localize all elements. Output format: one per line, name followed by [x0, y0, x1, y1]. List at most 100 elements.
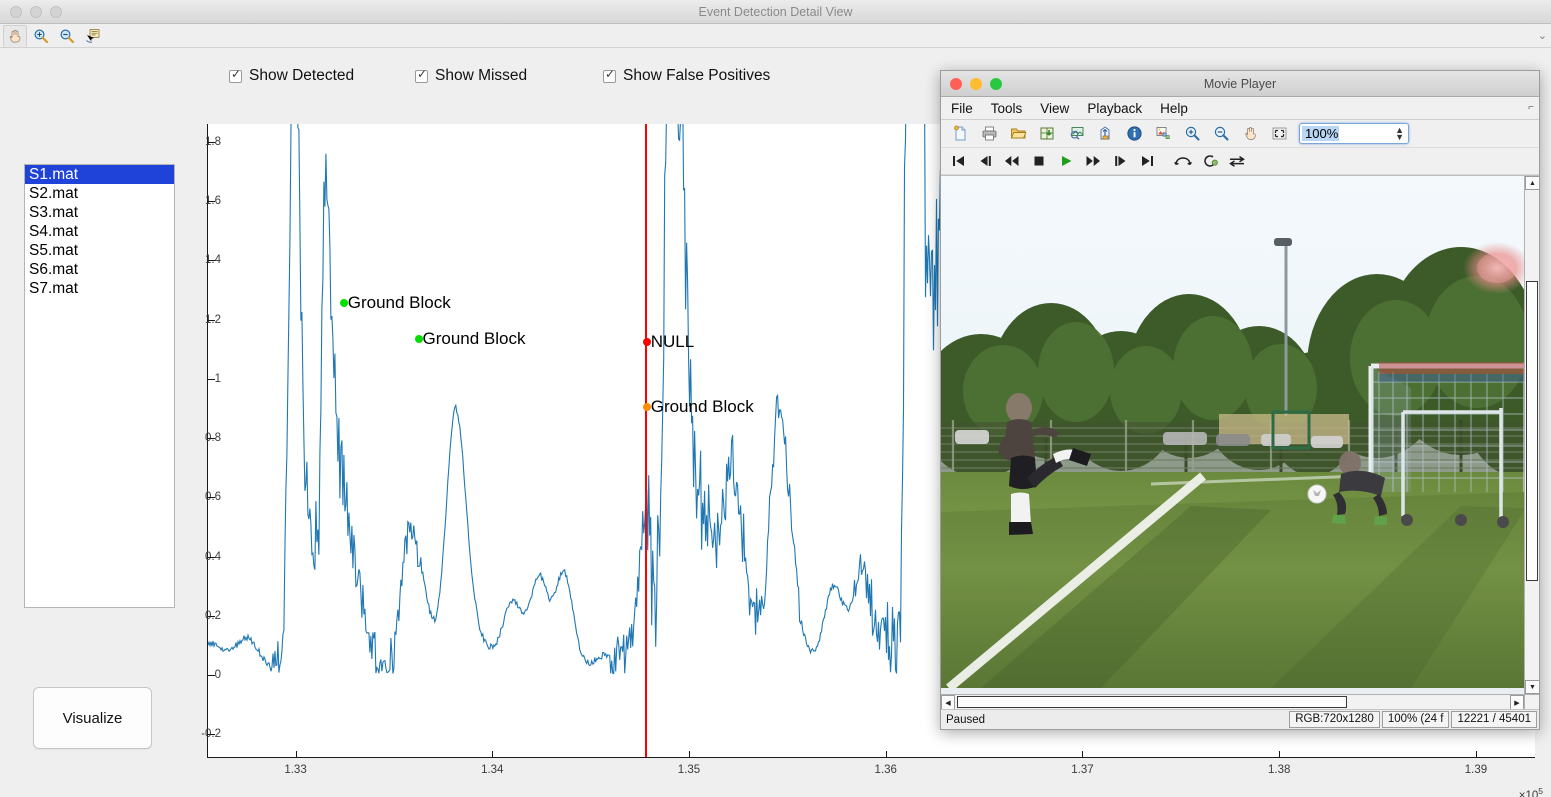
show-false-positives-checkbox[interactable]: Show False Positives — [603, 67, 770, 85]
y-tick-mark — [207, 497, 215, 499]
detected-event-2-label: Ground Block — [422, 328, 526, 348]
file-list-item[interactable]: S4.mat — [25, 222, 174, 241]
export-image-icon[interactable] — [1063, 122, 1089, 146]
y-tick-mark — [207, 556, 215, 558]
playback-rate-label: 100% (24 f — [1381, 711, 1450, 728]
pan-icon[interactable] — [3, 24, 27, 47]
movie-player-title: Movie Player — [1203, 77, 1277, 91]
video-frame[interactable] — [941, 176, 1524, 694]
vertical-scroll-thumb[interactable] — [1526, 281, 1538, 581]
video-format-label: RGB:720x1280 — [1289, 711, 1380, 728]
x-tick-mark — [689, 751, 690, 758]
movie-player-window[interactable]: Movie Player File Tools View Playback Help ⌐ — [940, 70, 1540, 730]
checkbox-box[interactable] — [415, 68, 428, 83]
scroll-up-arrow[interactable]: ▲ — [1525, 176, 1539, 190]
main-title-bar: Event Detection Detail View — [0, 0, 1551, 24]
go-to-end-button[interactable] — [1138, 151, 1156, 171]
scroll-left-arrow[interactable]: ◀ — [941, 695, 955, 709]
show-missed-checkbox[interactable]: Show Missed — [415, 67, 527, 85]
file-list-item[interactable]: S2.mat — [25, 184, 174, 203]
fit-to-window-icon[interactable] — [1266, 122, 1292, 146]
menubar-overflow-icon[interactable]: ⌐ — [1528, 102, 1534, 113]
detected-event-2-marker[interactable] — [414, 334, 423, 343]
video-vertical-scrollbar[interactable]: ▲ ▼ — [1524, 176, 1539, 694]
file-list-item[interactable]: S5.mat — [25, 241, 174, 260]
false-positive-event-marker[interactable] — [642, 337, 651, 346]
pan-icon[interactable] — [1237, 122, 1263, 146]
y-tick-mark — [207, 615, 215, 617]
jump-to-button[interactable] — [1174, 151, 1192, 171]
detected-event-1-label: Ground Block — [347, 293, 451, 313]
colormap-icon[interactable] — [1150, 122, 1176, 146]
x-tick-mark — [1279, 751, 1281, 758]
scroll-right-arrow[interactable]: ▶ — [1510, 695, 1524, 709]
send-to-figure-icon[interactable] — [1092, 122, 1118, 146]
y-tick-mark — [207, 675, 215, 677]
open-folder-icon[interactable] — [1005, 122, 1031, 146]
step-back-button[interactable] — [976, 151, 994, 171]
go-to-start-button[interactable] — [949, 151, 967, 171]
scroll-down-arrow[interactable]: ▼ — [1525, 680, 1539, 694]
horizontal-scroll-thumb[interactable] — [957, 696, 1347, 708]
y-tick-mark — [207, 319, 215, 321]
x-tick-mark — [492, 751, 494, 758]
zoom-in-icon[interactable] — [1179, 122, 1205, 146]
checkbox-box[interactable] — [603, 68, 616, 83]
menu-playback[interactable]: Playback — [1087, 101, 1142, 116]
file-list-item[interactable]: S1.mat — [25, 165, 174, 184]
file-list-item[interactable]: S3.mat — [25, 203, 174, 222]
menu-help[interactable]: Help — [1160, 101, 1188, 116]
y-tick-mark — [207, 260, 215, 262]
checkbox-box[interactable] — [229, 68, 242, 83]
info-icon[interactable] — [1121, 122, 1147, 146]
repeat-button[interactable] — [1201, 151, 1219, 171]
y-tick-mark — [207, 378, 215, 380]
x-tick-mark — [1082, 751, 1084, 758]
x-axis-exponent: ×105 — [1518, 786, 1543, 797]
zoom-in-icon[interactable] — [29, 25, 53, 47]
menu-file[interactable]: File — [951, 101, 973, 116]
visualize-button[interactable]: Visualize — [33, 687, 152, 749]
play-button[interactable] — [1057, 151, 1075, 171]
x-tick-label: 1.37 — [1071, 764, 1094, 776]
movie-player-toolbar: 100% ▲ ▼ — [941, 120, 1539, 148]
main-window-title: Event Detection Detail View — [698, 5, 853, 19]
application-window: Event Detection Detail View ⌄ ✓ Show Det… — [0, 0, 1551, 797]
rewind-button[interactable] — [1003, 151, 1021, 171]
movie-player-video-area[interactable]: ▲ ▼ ◀ ▶ — [941, 175, 1539, 709]
zoom-stepper-icon[interactable]: ▲ ▼ — [1395, 125, 1408, 141]
y-tick-mark — [207, 201, 215, 203]
show-false-positives-label: Show False Positives — [623, 67, 771, 84]
print-icon[interactable] — [976, 122, 1002, 146]
detected-event-1-marker[interactable] — [339, 299, 348, 308]
zoom-out-icon[interactable] — [55, 25, 79, 47]
playback-mode-button[interactable] — [1228, 151, 1246, 171]
zoom-level-input[interactable]: 100% ▲ ▼ — [1299, 123, 1409, 144]
file-list-item[interactable]: S7.mat — [25, 279, 174, 298]
zoom-level-value[interactable]: 100% — [1302, 126, 1340, 141]
data-cursor-icon[interactable] — [81, 25, 105, 47]
x-tick-mark — [885, 751, 887, 758]
fast-forward-button[interactable] — [1084, 151, 1102, 171]
scrollbar-corner — [1524, 694, 1539, 709]
new-file-icon[interactable] — [947, 122, 973, 146]
import-data-icon[interactable] — [1034, 122, 1060, 146]
playhead-cursor-line[interactable] — [644, 124, 648, 757]
file-list-item[interactable]: S6.mat — [25, 260, 174, 279]
zoom-out-icon[interactable] — [1208, 122, 1234, 146]
show-detected-checkbox[interactable]: Show Detected — [229, 67, 354, 85]
x-tick-label: 1.33 — [284, 764, 307, 776]
menu-view[interactable]: View — [1040, 101, 1069, 116]
toolbar-overflow-icon[interactable]: ⌄ — [1538, 29, 1547, 42]
x-tick-mark — [295, 751, 297, 758]
file-listbox[interactable]: S1.mat S2.mat S3.mat S4.mat S5.mat S6.mat S7.m… — [24, 164, 175, 608]
visualize-button-label: Visualize — [62, 709, 123, 727]
menu-tools[interactable]: Tools — [991, 101, 1023, 116]
x-tick-label: 1.39 — [1464, 764, 1488, 776]
video-horizontal-scrollbar[interactable]: ◀ ▶ — [941, 694, 1524, 709]
movie-player-status-bar: Paused RGB:720x1280 100% (24 f 12221 / 4… — [941, 709, 1539, 729]
stop-button[interactable] — [1030, 151, 1048, 171]
movie-player-menubar: File Tools View Playback Help ⌐ — [941, 97, 1539, 120]
step-forward-button[interactable] — [1111, 151, 1129, 171]
missed-event-marker[interactable] — [642, 402, 651, 411]
